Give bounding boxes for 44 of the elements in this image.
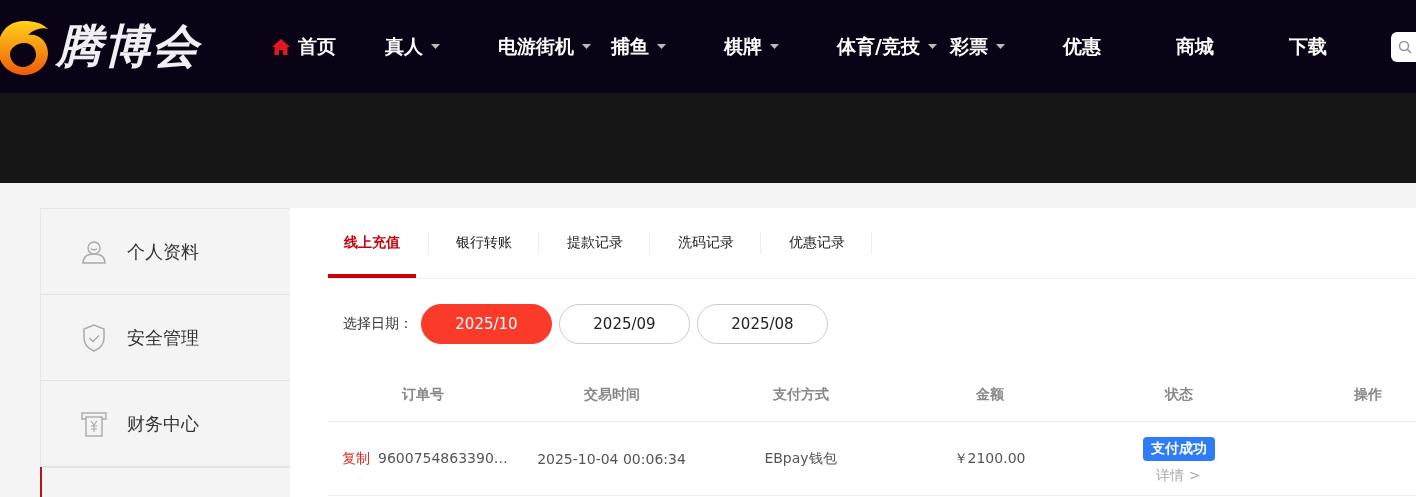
column-header: 订单号: [400, 386, 445, 404]
nav-link[interactable]: 彩票: [950, 33, 1005, 60]
nav-link[interactable]: 体育/竞技: [837, 33, 937, 60]
status-badge: 支付成功: [1142, 436, 1215, 461]
column-header: 操作: [1352, 386, 1383, 404]
date-filter-label: 选择日期：: [343, 315, 413, 333]
table-cell-text: 2025-10-04 00:06:34: [536, 450, 687, 467]
caret-icon: [770, 44, 779, 49]
column-header: 支付方式: [771, 386, 830, 404]
search-field[interactable]: [1391, 31, 1416, 62]
caret-icon: [657, 44, 666, 49]
copy-link[interactable]: 复制: [342, 449, 370, 468]
month-button[interactable]: 2025/08: [697, 304, 828, 344]
logo-text: 腾博会: [56, 17, 200, 75]
table-cell-text: EBpay钱包: [763, 449, 838, 468]
tab[interactable]: 提款记录: [539, 208, 650, 278]
column-header: 金额: [974, 386, 1005, 404]
tab[interactable]: 线上充值: [328, 208, 416, 278]
search-icon: [1398, 39, 1412, 54]
user-icon: [81, 238, 107, 265]
tab[interactable]: 洗码记录: [650, 208, 761, 278]
month-button[interactable]: 2025/10: [421, 304, 552, 344]
nav-link[interactable]: 下载: [1289, 33, 1327, 60]
column-header: 交易时间: [582, 386, 641, 404]
column-header: 状态: [1163, 386, 1194, 404]
home-icon: [272, 38, 290, 55]
caret-icon: [582, 44, 591, 49]
nav-link[interactable]: 电游街机: [498, 33, 591, 60]
shield-icon: [81, 323, 107, 352]
nav-link[interactable]: 优惠: [1063, 33, 1101, 60]
tab[interactable]: 银行转账: [428, 208, 539, 278]
tab[interactable]: 优惠记录: [761, 208, 872, 278]
cash-machine-icon: [81, 410, 107, 437]
nav-link[interactable]: 商城: [1176, 33, 1214, 60]
nav-link[interactable]: 捕鱼: [611, 33, 666, 60]
order-number: 9600754863390…: [378, 449, 508, 468]
nav-link[interactable]: 棋牌: [724, 33, 779, 60]
caret-icon: [431, 44, 440, 49]
nav-link[interactable]: 真人: [385, 33, 440, 60]
table-cell-text: ￥2100.00: [952, 449, 1027, 468]
nav-link[interactable]: 首页: [272, 33, 336, 60]
caret-icon: [927, 44, 937, 49]
caret-icon: [996, 44, 1005, 49]
month-button[interactable]: 2025/09: [559, 304, 690, 344]
